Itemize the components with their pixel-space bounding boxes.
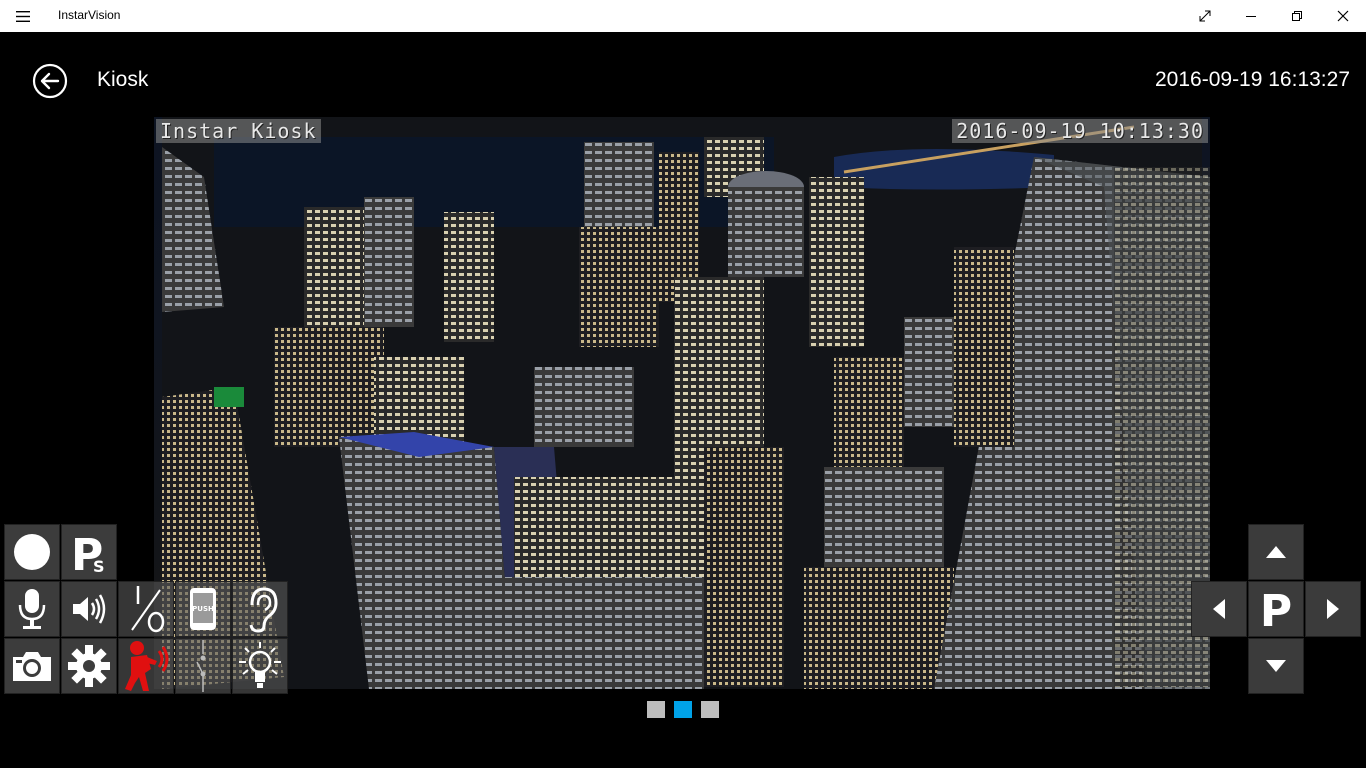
up-arrow-icon (1266, 546, 1286, 558)
audio-detection-button[interactable] (232, 581, 288, 637)
back-arrow-icon (32, 63, 68, 99)
speaker-icon (73, 594, 106, 624)
app-title: InstarVision (58, 8, 121, 22)
alarm-button[interactable] (118, 638, 174, 694)
down-arrow-icon (1266, 660, 1286, 672)
ps-button[interactable]: P S (61, 524, 117, 580)
minimize-button[interactable] (1228, 0, 1274, 32)
ear-icon (249, 587, 278, 633)
fullscreen-icon[interactable] (1182, 0, 1228, 32)
io-icon (131, 586, 165, 633)
microphone-button[interactable] (4, 581, 60, 637)
park-icon: P (1260, 586, 1292, 632)
page-indicator-3[interactable] (701, 701, 719, 718)
lightbulb-icon (239, 642, 281, 688)
ps-subscript: S (93, 557, 105, 576)
city-night-image (154, 117, 1210, 689)
title-bar: InstarVision (0, 0, 1366, 32)
switch-button[interactable] (175, 638, 231, 694)
ptz-park-button[interactable]: P (1248, 581, 1304, 637)
camera-video-feed[interactable]: Instar Kiosk 2016-09-19 10:13:30 (154, 117, 1210, 689)
camera-name: Kiosk (97, 68, 149, 91)
close-button[interactable] (1320, 0, 1366, 32)
ptz-right-button[interactable] (1305, 581, 1361, 637)
switch-icon (196, 640, 206, 692)
current-datetime: 2016-09-19 16:13:27 (1155, 68, 1350, 91)
ptz-up-button[interactable] (1248, 524, 1304, 580)
io-button[interactable] (118, 581, 174, 637)
restore-button[interactable] (1274, 0, 1320, 32)
hamburger-menu-icon[interactable] (10, 6, 36, 26)
microphone-icon (18, 589, 46, 629)
push-button[interactable]: PUSH (175, 581, 231, 637)
ptz-down-button[interactable] (1248, 638, 1304, 694)
page-indicator-2[interactable] (674, 701, 692, 718)
page-indicator-1[interactable] (647, 701, 665, 718)
gear-icon (68, 645, 110, 687)
push-label: PUSH (192, 605, 214, 613)
snapshot-button[interactable] (4, 638, 60, 694)
settings-button[interactable] (61, 638, 117, 694)
push-icon: PUSH (190, 588, 216, 630)
left-arrow-icon (1213, 599, 1225, 619)
park-label: P (1260, 586, 1292, 632)
camera-icon (13, 652, 51, 681)
record-button[interactable] (4, 524, 60, 580)
osd-timestamp: 2016-09-19 10:13:30 (952, 119, 1208, 143)
speaker-button[interactable] (61, 581, 117, 637)
right-arrow-icon (1327, 599, 1339, 619)
osd-camera-name: Instar Kiosk (156, 119, 321, 143)
alarm-icon (125, 641, 169, 691)
record-icon (14, 534, 50, 570)
ps-icon: P S (71, 530, 105, 576)
back-button[interactable] (32, 63, 68, 99)
light-button[interactable] (232, 638, 288, 694)
ptz-left-button[interactable] (1191, 581, 1247, 637)
